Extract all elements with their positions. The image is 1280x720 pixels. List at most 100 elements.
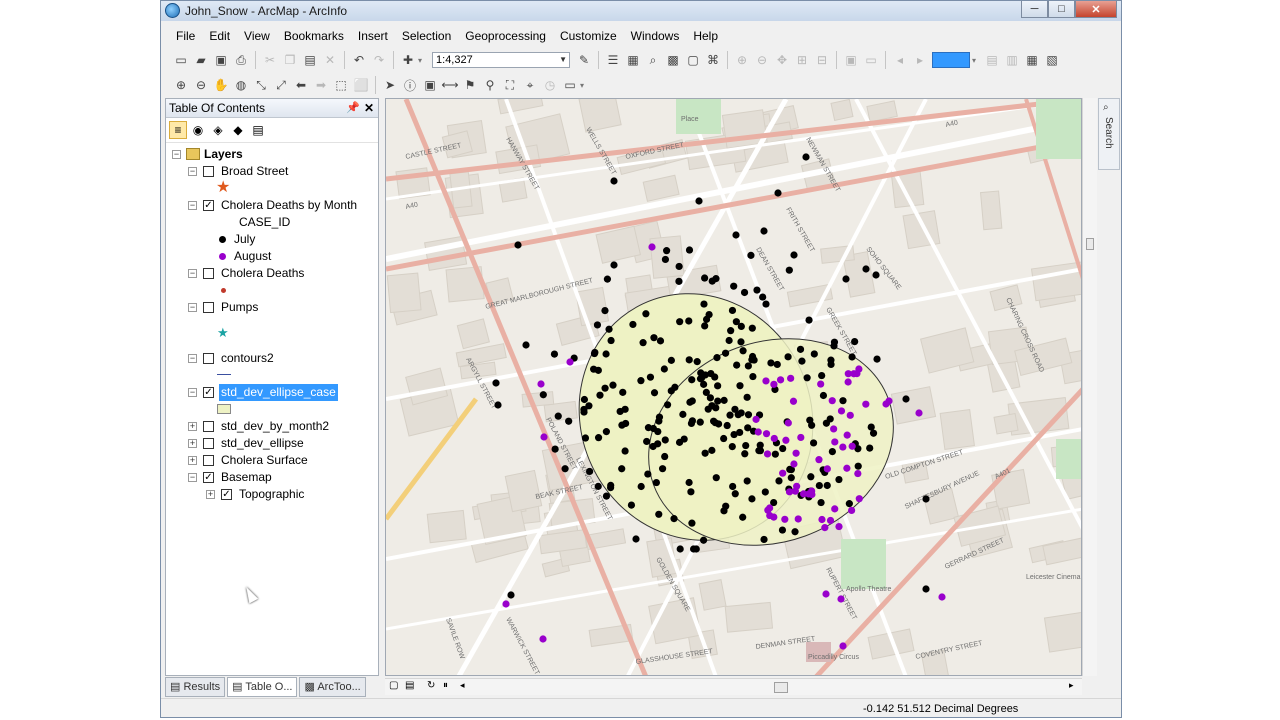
july-death-point[interactable]: [685, 317, 693, 325]
pan-hand-icon[interactable]: ✋: [213, 77, 229, 93]
july-death-point[interactable]: [701, 274, 709, 282]
july-death-point[interactable]: [602, 428, 610, 436]
august-death-point[interactable]: [828, 397, 836, 405]
august-death-point[interactable]: [540, 433, 548, 441]
map-horizontal-scrollbar[interactable]: ▢ ▤ ↻ ⏸ ◂ ▸: [385, 678, 1082, 695]
layout-zoom-out-icon[interactable]: ⊖: [754, 52, 770, 68]
august-death-point[interactable]: [855, 495, 863, 503]
august-death-point[interactable]: [762, 430, 771, 438]
august-death-point[interactable]: [648, 243, 656, 251]
august-death-point[interactable]: [776, 376, 785, 384]
collapse-icon[interactable]: −: [188, 269, 197, 278]
august-death-point[interactable]: [770, 434, 778, 443]
july-death-point[interactable]: [922, 495, 930, 503]
july-death-point[interactable]: [688, 519, 696, 527]
july-death-point[interactable]: [873, 355, 881, 363]
july-death-point[interactable]: [507, 591, 515, 599]
july-death-point[interactable]: [835, 475, 843, 484]
july-death-point[interactable]: [714, 397, 722, 405]
july-death-point[interactable]: [650, 334, 658, 342]
july-death-point[interactable]: [685, 478, 693, 487]
july-death-point[interactable]: [675, 277, 683, 285]
august-death-point[interactable]: [792, 449, 800, 457]
arctoolbox-tab[interactable]: ▩ ArcToo...: [299, 677, 366, 697]
go-forward-icon[interactable]: ➡: [313, 77, 329, 93]
july-death-point[interactable]: [743, 477, 751, 485]
july-death-point[interactable]: [810, 350, 818, 358]
july-death-point[interactable]: [707, 369, 715, 378]
options-icon[interactable]: ▤: [249, 121, 267, 139]
zoom-in-icon[interactable]: ⊕: [173, 77, 189, 93]
july-death-point[interactable]: [778, 526, 787, 534]
copy-icon[interactable]: ❐: [282, 52, 298, 68]
august-death-point[interactable]: [818, 515, 826, 524]
july-death-point[interactable]: [845, 500, 853, 508]
august-death-point[interactable]: [844, 378, 852, 386]
august-death-point[interactable]: [770, 380, 778, 388]
pause-drawing-icon[interactable]: ⏸: [443, 680, 448, 691]
find-binoculars-icon[interactable]: ⚲: [482, 77, 498, 93]
menu-bookmarks[interactable]: Bookmarks: [277, 26, 351, 46]
july-death-point[interactable]: [727, 327, 735, 335]
july-death-point[interactable]: [730, 282, 738, 290]
list-by-visibility-icon[interactable]: ◈: [209, 121, 227, 139]
july-death-point[interactable]: [693, 358, 701, 366]
table-of-contents-icon[interactable]: ☰: [605, 52, 621, 68]
arctoolbox-icon[interactable]: ▩: [665, 52, 681, 68]
july-death-point[interactable]: [586, 467, 594, 476]
july-death-point[interactable]: [580, 395, 589, 404]
minimize-button[interactable]: ─: [1021, 1, 1048, 18]
layer-visibility-checkbox[interactable]: ✓: [203, 472, 214, 483]
july-death-point[interactable]: [808, 421, 816, 429]
july-death-point[interactable]: [723, 421, 731, 430]
july-death-point[interactable]: [675, 262, 683, 271]
july-death-point[interactable]: [580, 405, 588, 414]
july-death-point[interactable]: [773, 360, 781, 369]
select-elements-arrow-icon[interactable]: ➤: [382, 77, 398, 93]
july-death-point[interactable]: [494, 401, 502, 409]
august-death-point[interactable]: [823, 465, 831, 473]
scrollbar-thumb[interactable]: [774, 682, 788, 693]
july-death-point[interactable]: [650, 389, 659, 397]
july-death-point[interactable]: [701, 449, 709, 457]
july-death-point[interactable]: [744, 362, 752, 370]
focus-data-frame-icon[interactable]: ▥: [1004, 52, 1020, 68]
list-by-drawing-order-icon[interactable]: ≡: [169, 121, 187, 139]
july-death-point[interactable]: [798, 357, 806, 365]
july-death-point[interactable]: [655, 413, 664, 421]
collapse-icon[interactable]: −: [188, 167, 197, 176]
july-death-point[interactable]: [785, 266, 793, 274]
layer-row-basemap[interactable]: − ✓ Basemap: [166, 469, 376, 486]
zoom-whole-page-icon[interactable]: ▣: [843, 52, 859, 68]
july-death-point[interactable]: [616, 407, 624, 416]
july-death-point[interactable]: [619, 388, 627, 396]
toggle-draft-mode-icon[interactable]: ▤: [984, 52, 1000, 68]
layout-view-icon[interactable]: ▤: [405, 680, 414, 691]
august-death-point[interactable]: [837, 595, 845, 603]
july-death-point[interactable]: [842, 275, 850, 283]
july-death-point[interactable]: [731, 405, 739, 413]
august-death-point[interactable]: [938, 593, 946, 601]
july-death-point[interactable]: [601, 384, 609, 392]
july-death-point[interactable]: [654, 427, 662, 436]
july-death-point[interactable]: [737, 409, 745, 417]
july-death-point[interactable]: [732, 231, 740, 239]
menu-insert[interactable]: Insert: [351, 26, 395, 46]
august-death-point[interactable]: [843, 464, 851, 472]
july-death-point[interactable]: [492, 379, 500, 387]
chevron-down-icon[interactable]: ▾: [972, 56, 976, 65]
july-death-point[interactable]: [839, 397, 847, 405]
july-death-point[interactable]: [774, 189, 782, 197]
july-death-point[interactable]: [787, 474, 795, 482]
august-death-point[interactable]: [787, 374, 795, 382]
august-death-point[interactable]: [754, 428, 762, 436]
chevron-down-icon[interactable]: ▾: [580, 81, 584, 90]
august-death-point[interactable]: [763, 450, 772, 458]
layer-row-root[interactable]: − Layers: [166, 146, 376, 163]
july-death-point[interactable]: [656, 337, 665, 345]
august-death-point[interactable]: [854, 469, 862, 478]
july-death-point[interactable]: [854, 462, 862, 470]
july-death-point[interactable]: [755, 447, 763, 455]
collapse-icon[interactable]: −: [188, 473, 197, 482]
july-death-point[interactable]: [744, 411, 753, 419]
